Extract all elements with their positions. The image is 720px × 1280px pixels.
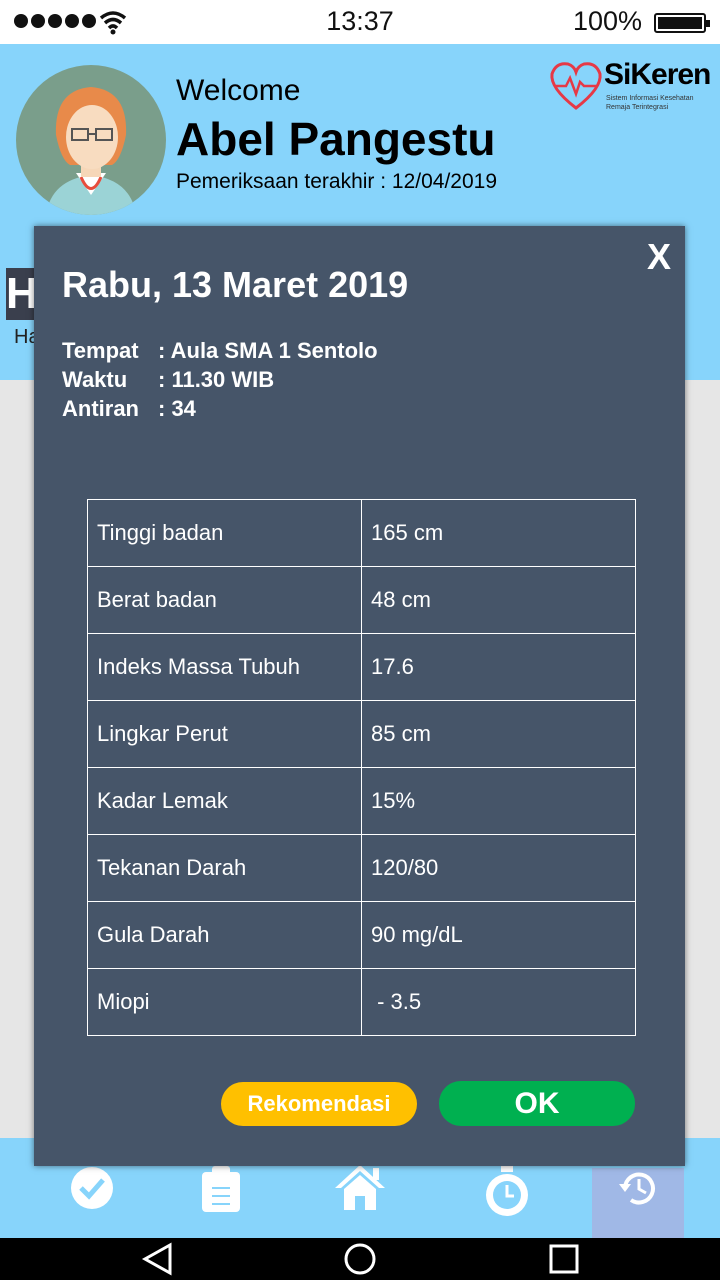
ok-button[interactable]: OK bbox=[439, 1081, 635, 1126]
logo-title: SiKeren bbox=[604, 58, 711, 91]
recents-icon[interactable] bbox=[548, 1243, 580, 1275]
background-heading: H bbox=[6, 268, 38, 320]
measure-label: Tinggi badan bbox=[87, 499, 362, 567]
measure-value: 120/80 bbox=[361, 834, 636, 902]
measure-label: Miopi bbox=[87, 968, 362, 1036]
clipboard-icon[interactable] bbox=[200, 1166, 242, 1214]
table-row: Tekanan Darah 120/80 bbox=[87, 834, 636, 902]
close-button[interactable]: X bbox=[647, 236, 671, 278]
measure-value: - 3.5 bbox=[361, 968, 636, 1036]
battery-percentage: 100% bbox=[572, 6, 642, 36]
home-icon[interactable] bbox=[333, 1162, 387, 1212]
measure-label: Indeks Massa Tubuh bbox=[87, 633, 362, 701]
table-row: Miopi - 3.5 bbox=[87, 968, 636, 1036]
recommendation-button[interactable]: Rekomendasi bbox=[221, 1082, 417, 1126]
last-check-date: Pemeriksaan terakhir : 12/04/2019 bbox=[176, 170, 498, 193]
check-icon[interactable] bbox=[70, 1166, 114, 1210]
status-bar: 13:37 100% bbox=[0, 0, 720, 44]
welcome-label: Welcome bbox=[176, 74, 301, 107]
table-row: Kadar Lemak 15% bbox=[87, 767, 636, 835]
info-value: : 11.30 WIB bbox=[158, 367, 275, 392]
back-icon[interactable] bbox=[140, 1242, 176, 1276]
info-label: Waktu bbox=[62, 367, 128, 392]
history-icon[interactable] bbox=[617, 1168, 659, 1208]
measurement-table: Tinggi badan 165 cm Berat badan 48 cm Inde… bbox=[87, 499, 636, 1036]
logo-subtitle: Sistem Informasi Kesehatan Remaja Terint… bbox=[606, 95, 694, 111]
measure-value: 15% bbox=[361, 767, 636, 835]
exam-date: Rabu, 13 Maret 2019 bbox=[62, 264, 409, 305]
heart-icon bbox=[550, 62, 602, 110]
avatar-illustration bbox=[46, 87, 136, 215]
measure-label: Berat badan bbox=[87, 566, 362, 634]
measure-label: Kadar Lemak bbox=[87, 767, 362, 835]
table-row: Berat badan 48 cm bbox=[87, 566, 636, 634]
table-row: Tinggi badan 165 cm bbox=[87, 499, 636, 567]
examination-detail-dialog: X Rabu, 13 Maret 2019 Tempat : Aula SMA … bbox=[34, 226, 685, 1166]
sikeren-logo: SiKeren Sistem Informasi Kesehatan Remaj… bbox=[548, 58, 716, 118]
system-navigation-bar bbox=[0, 1238, 720, 1280]
info-row-place: Tempat : Aula SMA 1 Sentolo bbox=[62, 336, 378, 365]
info-row-time: Waktu : 11.30 WIB bbox=[62, 365, 378, 394]
info-row-queue: Antiran : 34 bbox=[62, 394, 378, 423]
info-label: Antiran bbox=[62, 396, 139, 421]
user-name: Abel Pangestu bbox=[176, 113, 496, 165]
measure-value: 90 mg/dL bbox=[361, 901, 636, 969]
exam-info: Tempat : Aula SMA 1 Sentolo Waktu : 11.3… bbox=[62, 336, 378, 423]
table-row: Indeks Massa Tubuh 17.6 bbox=[87, 633, 636, 701]
measure-label: Tekanan Darah bbox=[87, 834, 362, 902]
measure-label: Lingkar Perut bbox=[87, 700, 362, 768]
stopwatch-icon[interactable] bbox=[484, 1166, 530, 1218]
battery-icon bbox=[654, 13, 710, 33]
measure-value: 165 cm bbox=[361, 499, 636, 567]
measure-label: Gula Darah bbox=[87, 901, 362, 969]
measure-value: 85 cm bbox=[361, 700, 636, 768]
home-button-icon[interactable] bbox=[343, 1242, 377, 1276]
avatar bbox=[16, 65, 166, 215]
table-row: Lingkar Perut 85 cm bbox=[87, 700, 636, 768]
info-value: : 34 bbox=[158, 396, 196, 421]
info-label: Tempat bbox=[62, 338, 139, 363]
info-value: : Aula SMA 1 Sentolo bbox=[158, 338, 378, 363]
table-row: Gula Darah 90 mg/dL bbox=[87, 901, 636, 969]
measure-value: 17.6 bbox=[361, 633, 636, 701]
measure-value: 48 cm bbox=[361, 566, 636, 634]
